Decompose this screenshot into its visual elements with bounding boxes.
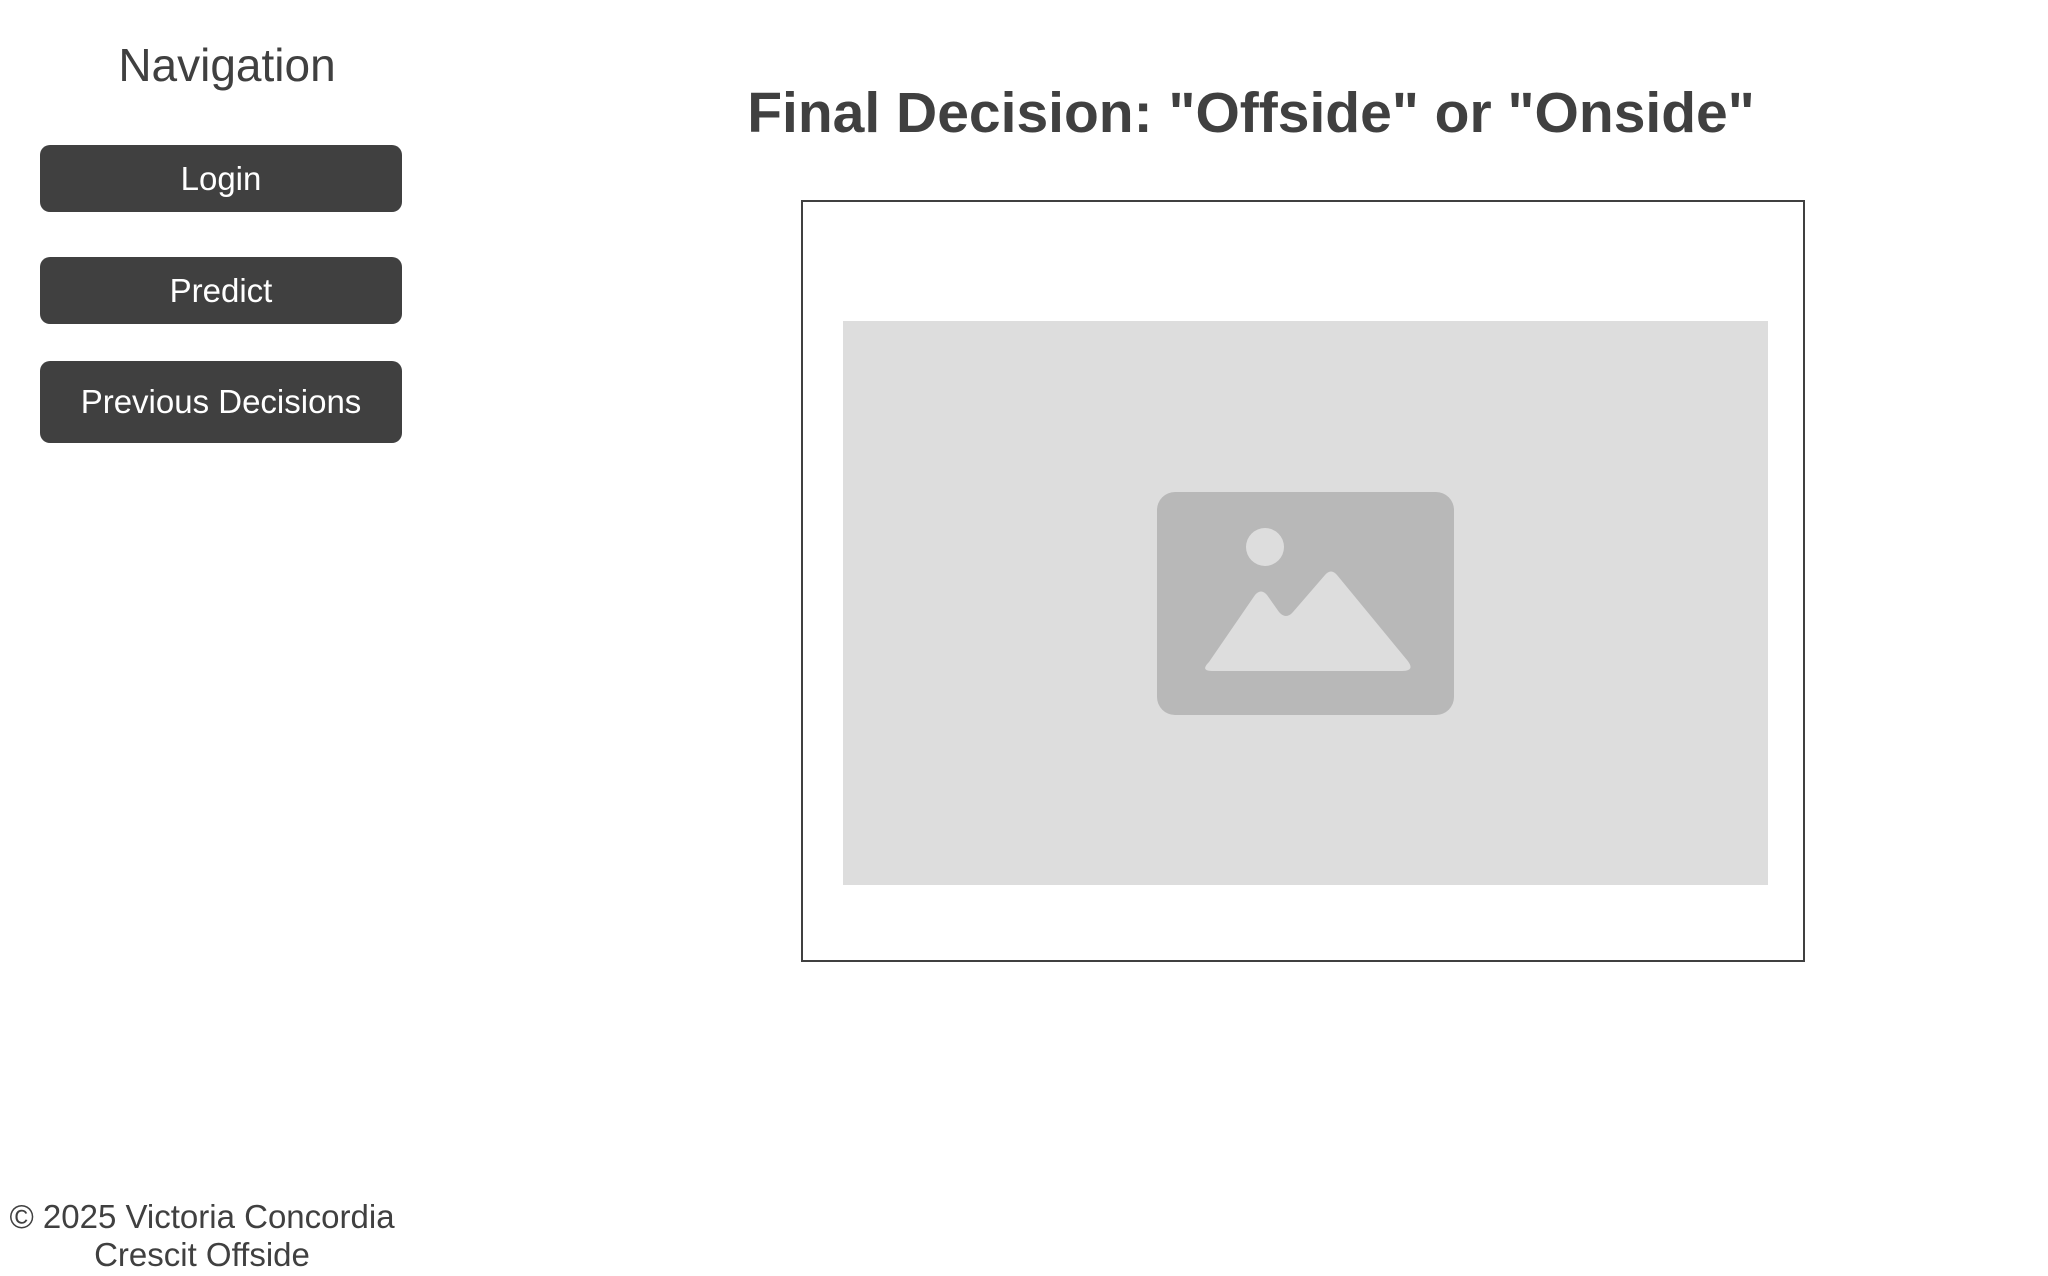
page: Navigation Login Predict Previous Decisi…	[0, 0, 2048, 1276]
previous-decisions-button[interactable]: Previous Decisions	[40, 361, 402, 443]
footer: © 2025 Victoria Concordia Crescit Offsid…	[0, 1198, 404, 1274]
login-button[interactable]: Login	[40, 145, 402, 212]
predict-button[interactable]: Predict	[40, 257, 402, 324]
footer-copyright: © 2025 Victoria Concordia	[9, 1198, 395, 1235]
footer-tagline: Crescit Offside	[94, 1236, 310, 1273]
image-placeholder-icon	[1157, 492, 1454, 715]
page-title: Final Decision: "Offside" or "Onside"	[747, 81, 1755, 145]
sidebar: Navigation Login Predict Previous Decisi…	[0, 0, 454, 1276]
image-placeholder	[843, 321, 1768, 885]
image-frame	[801, 200, 1805, 962]
nav-title: Navigation	[118, 39, 336, 91]
